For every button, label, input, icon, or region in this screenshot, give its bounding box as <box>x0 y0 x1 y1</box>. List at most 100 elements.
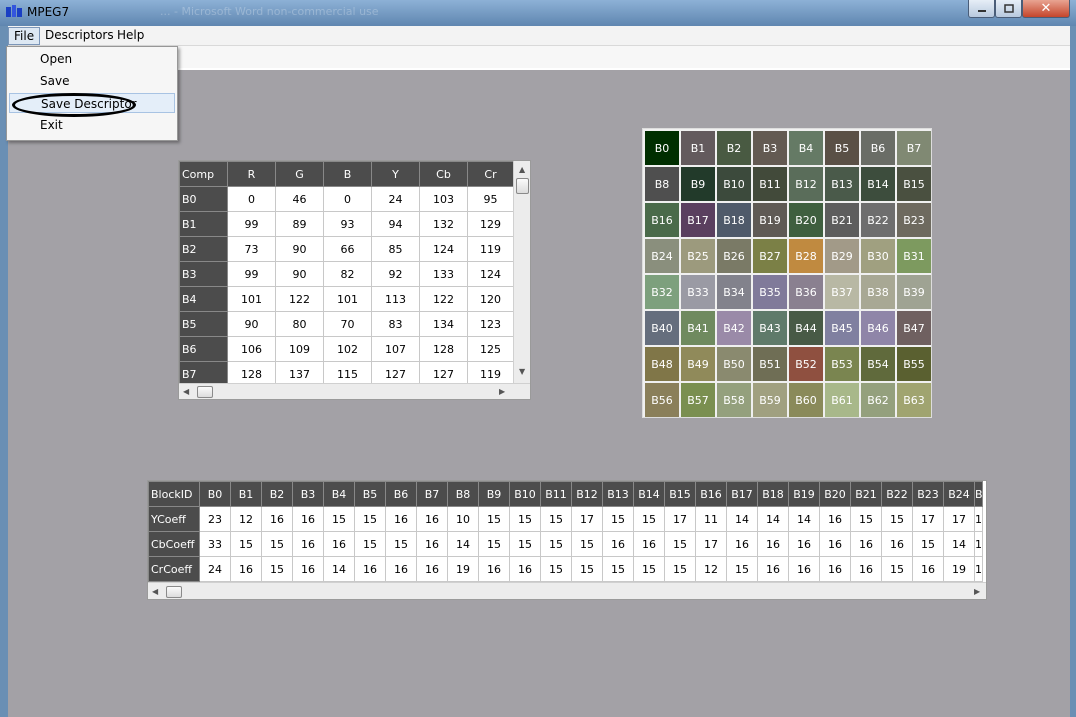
table-cell[interactable]: 66 <box>323 236 372 262</box>
menu-descriptors[interactable]: Descriptors <box>40 27 119 45</box>
table-cell[interactable]: 90 <box>275 261 324 287</box>
table-cell[interactable]: 15 <box>323 506 355 532</box>
table-cell[interactable]: 14 <box>788 506 820 532</box>
horizontal-scroll-thumb[interactable] <box>197 386 213 398</box>
table-row[interactable]: B5 90 80 70 83 134 123 <box>179 311 514 337</box>
table-cell[interactable]: 16 <box>292 556 324 582</box>
menu-help[interactable]: Help <box>112 27 149 45</box>
table-cell[interactable]: 15 <box>726 556 758 582</box>
table-cell[interactable]: 15 <box>354 531 386 557</box>
table-cell[interactable]: 15 <box>664 531 696 557</box>
horizontal-scrollbar[interactable]: ◀ ▶ <box>148 582 986 599</box>
table-cell[interactable]: 92 <box>371 261 420 287</box>
column-header[interactable]: B5 <box>354 481 386 507</box>
scroll-right-arrow[interactable]: ▶ <box>974 587 980 596</box>
table-cell[interactable]: 14 <box>726 506 758 532</box>
table-cell[interactable]: 16 <box>819 531 851 557</box>
table-cell[interactable]: 17 <box>943 506 975 532</box>
table-cell[interactable]: 15 <box>602 506 634 532</box>
table-cell[interactable]: 124 <box>419 236 468 262</box>
table-cell[interactable]: 46 <box>275 186 324 212</box>
column-header[interactable]: B15 <box>664 481 696 507</box>
column-header[interactable]: B1 <box>230 481 262 507</box>
column-header[interactable]: B2 <box>261 481 293 507</box>
table-cell[interactable]: 15 <box>881 506 913 532</box>
table-cell[interactable]: 11 <box>695 506 727 532</box>
table-cell[interactable]: 16 <box>819 506 851 532</box>
scroll-right-arrow[interactable]: ▶ <box>499 387 505 396</box>
table-row[interactable]: CrCoeff 24 16 15 16 14 16 16 16 19 16 16 15 15 15 15 15 1… <box>148 556 983 582</box>
table-cell[interactable]: 15 <box>912 531 944 557</box>
table-cell[interactable]: 83 <box>371 311 420 337</box>
table-cell[interactable]: 15 <box>478 506 510 532</box>
table-cell[interactable]: 16 <box>912 556 944 582</box>
table-cell[interactable]: 16 <box>850 531 882 557</box>
table-cell[interactable]: 16 <box>602 531 634 557</box>
table-cell[interactable]: 33 <box>199 531 231 557</box>
table-row[interactable]: B0 0 46 0 24 103 95 <box>179 186 514 212</box>
table-cell[interactable]: 15 <box>571 531 603 557</box>
column-header[interactable]: B4 <box>323 481 355 507</box>
menu-item-open[interactable]: Open <box>9 49 175 69</box>
table-cell[interactable]: 15 <box>354 506 386 532</box>
table-row[interactable]: B1 99 89 93 94 132 129 <box>179 211 514 237</box>
table-cell[interactable]: 16 <box>819 556 851 582</box>
table-cell[interactable]: 14 <box>757 506 789 532</box>
table-cell[interactable]: 16 <box>757 556 789 582</box>
column-header[interactable]: B13 <box>602 481 634 507</box>
table-cell[interactable]: 19 <box>943 556 975 582</box>
column-header[interactable]: B7 <box>416 481 448 507</box>
table-cell[interactable]: 16 <box>292 506 324 532</box>
table-cell[interactable]: 16 <box>416 556 448 582</box>
scroll-left-arrow[interactable]: ◀ <box>152 587 158 596</box>
menu-item-save[interactable]: Save <box>9 71 175 91</box>
table-cell[interactable]: 15 <box>633 506 665 532</box>
row-header[interactable]: B0 <box>179 186 228 212</box>
table-cell[interactable]: 14 <box>323 556 355 582</box>
table-cell[interactable]: 106 <box>227 336 276 362</box>
column-header[interactable]: B20 <box>819 481 851 507</box>
column-header[interactable]: B12 <box>571 481 603 507</box>
table-cell[interactable]: 16 <box>881 531 913 557</box>
table-cell[interactable]: 120 <box>467 286 514 312</box>
table-cell[interactable]: 80 <box>275 311 324 337</box>
column-header[interactable]: B9 <box>478 481 510 507</box>
table-cell[interactable]: 90 <box>227 311 276 337</box>
column-header[interactable]: B <box>323 161 372 187</box>
table-cell[interactable]: 17 <box>571 506 603 532</box>
table-cell[interactable]: 15 <box>385 531 417 557</box>
column-header[interactable]: B3 <box>292 481 324 507</box>
table-cell[interactable]: 15 <box>261 531 293 557</box>
row-header[interactable]: B3 <box>179 261 228 287</box>
table-cell[interactable]: 99 <box>227 261 276 287</box>
table-cell[interactable]: 24 <box>199 556 231 582</box>
table-cell[interactable]: 10 <box>447 506 479 532</box>
row-header[interactable]: YCoeff <box>148 506 200 532</box>
table-cell[interactable]: 95 <box>467 186 514 212</box>
column-header[interactable]: B0 <box>199 481 231 507</box>
table-cell[interactable]: 107 <box>371 336 420 362</box>
table-cell[interactable]: 16 <box>416 531 448 557</box>
table-cell[interactable]: 15 <box>850 506 882 532</box>
table-row[interactable]: CbCoeff 33 15 15 16 16 15 15 16 14 15 15 15 15 16 16 15 1… <box>148 531 983 557</box>
table-cell[interactable]: 94 <box>371 211 420 237</box>
row-header[interactable]: CbCoeff <box>148 531 200 557</box>
column-header[interactable]: B <box>974 481 983 507</box>
table-cell[interactable]: 123 <box>467 311 514 337</box>
row-header[interactable]: CrCoeff <box>148 556 200 582</box>
table-cell[interactable]: 119 <box>467 236 514 262</box>
column-header[interactable]: R <box>227 161 276 187</box>
column-header[interactable]: B21 <box>850 481 882 507</box>
table-cell[interactable]: 15 <box>540 506 572 532</box>
table-cell[interactable]: 0 <box>227 186 276 212</box>
table-cell[interactable]: 15 <box>230 531 262 557</box>
table-cell[interactable]: 19 <box>447 556 479 582</box>
table-cell[interactable]: 128 <box>419 336 468 362</box>
column-header[interactable]: B19 <box>788 481 820 507</box>
table-row[interactable]: YCoeff 23 12 16 16 15 15 16 16 10 15 15 15 17 15 15 17 11… <box>148 506 983 532</box>
table-cell[interactable]: 16 <box>385 506 417 532</box>
table-cell[interactable]: 99 <box>227 211 276 237</box>
table-cell[interactable]: 89 <box>275 211 324 237</box>
table-cell[interactable]: 0 <box>323 186 372 212</box>
row-header[interactable]: B5 <box>179 311 228 337</box>
